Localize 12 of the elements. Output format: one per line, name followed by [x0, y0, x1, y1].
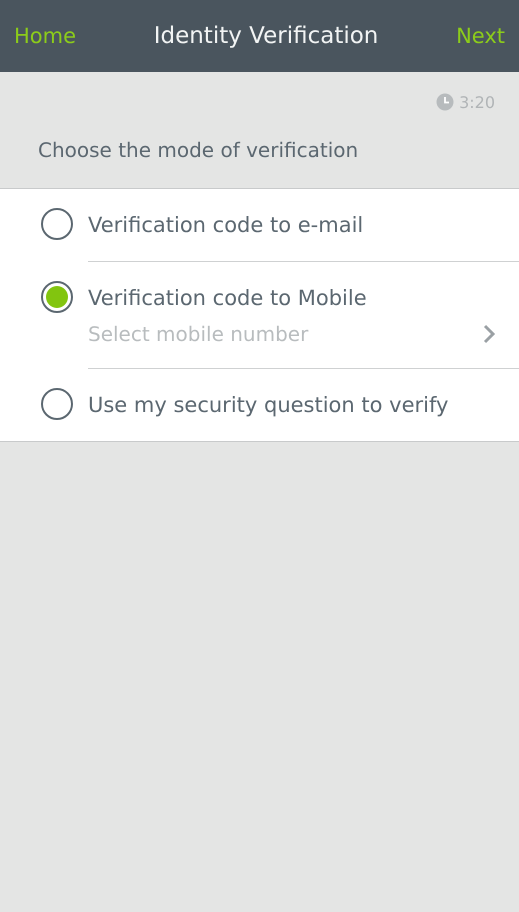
option-label[interactable]: Verification code to e-mail	[88, 213, 364, 237]
radio-button[interactable]	[41, 388, 73, 420]
radio-button[interactable]	[41, 208, 73, 240]
home-button[interactable]: Home	[14, 24, 76, 48]
screen-title: Identity Verification	[154, 23, 378, 49]
clock-icon	[436, 93, 454, 111]
chevron-right-icon	[483, 324, 495, 344]
option-label[interactable]: Use my security question to verify	[88, 393, 448, 417]
prompt-text: Choose the mode of verification	[37, 137, 360, 164]
next-button[interactable]: Next	[456, 24, 505, 48]
option-label[interactable]: Verification code to Mobile	[88, 286, 367, 310]
radio-button[interactable]	[41, 281, 73, 313]
